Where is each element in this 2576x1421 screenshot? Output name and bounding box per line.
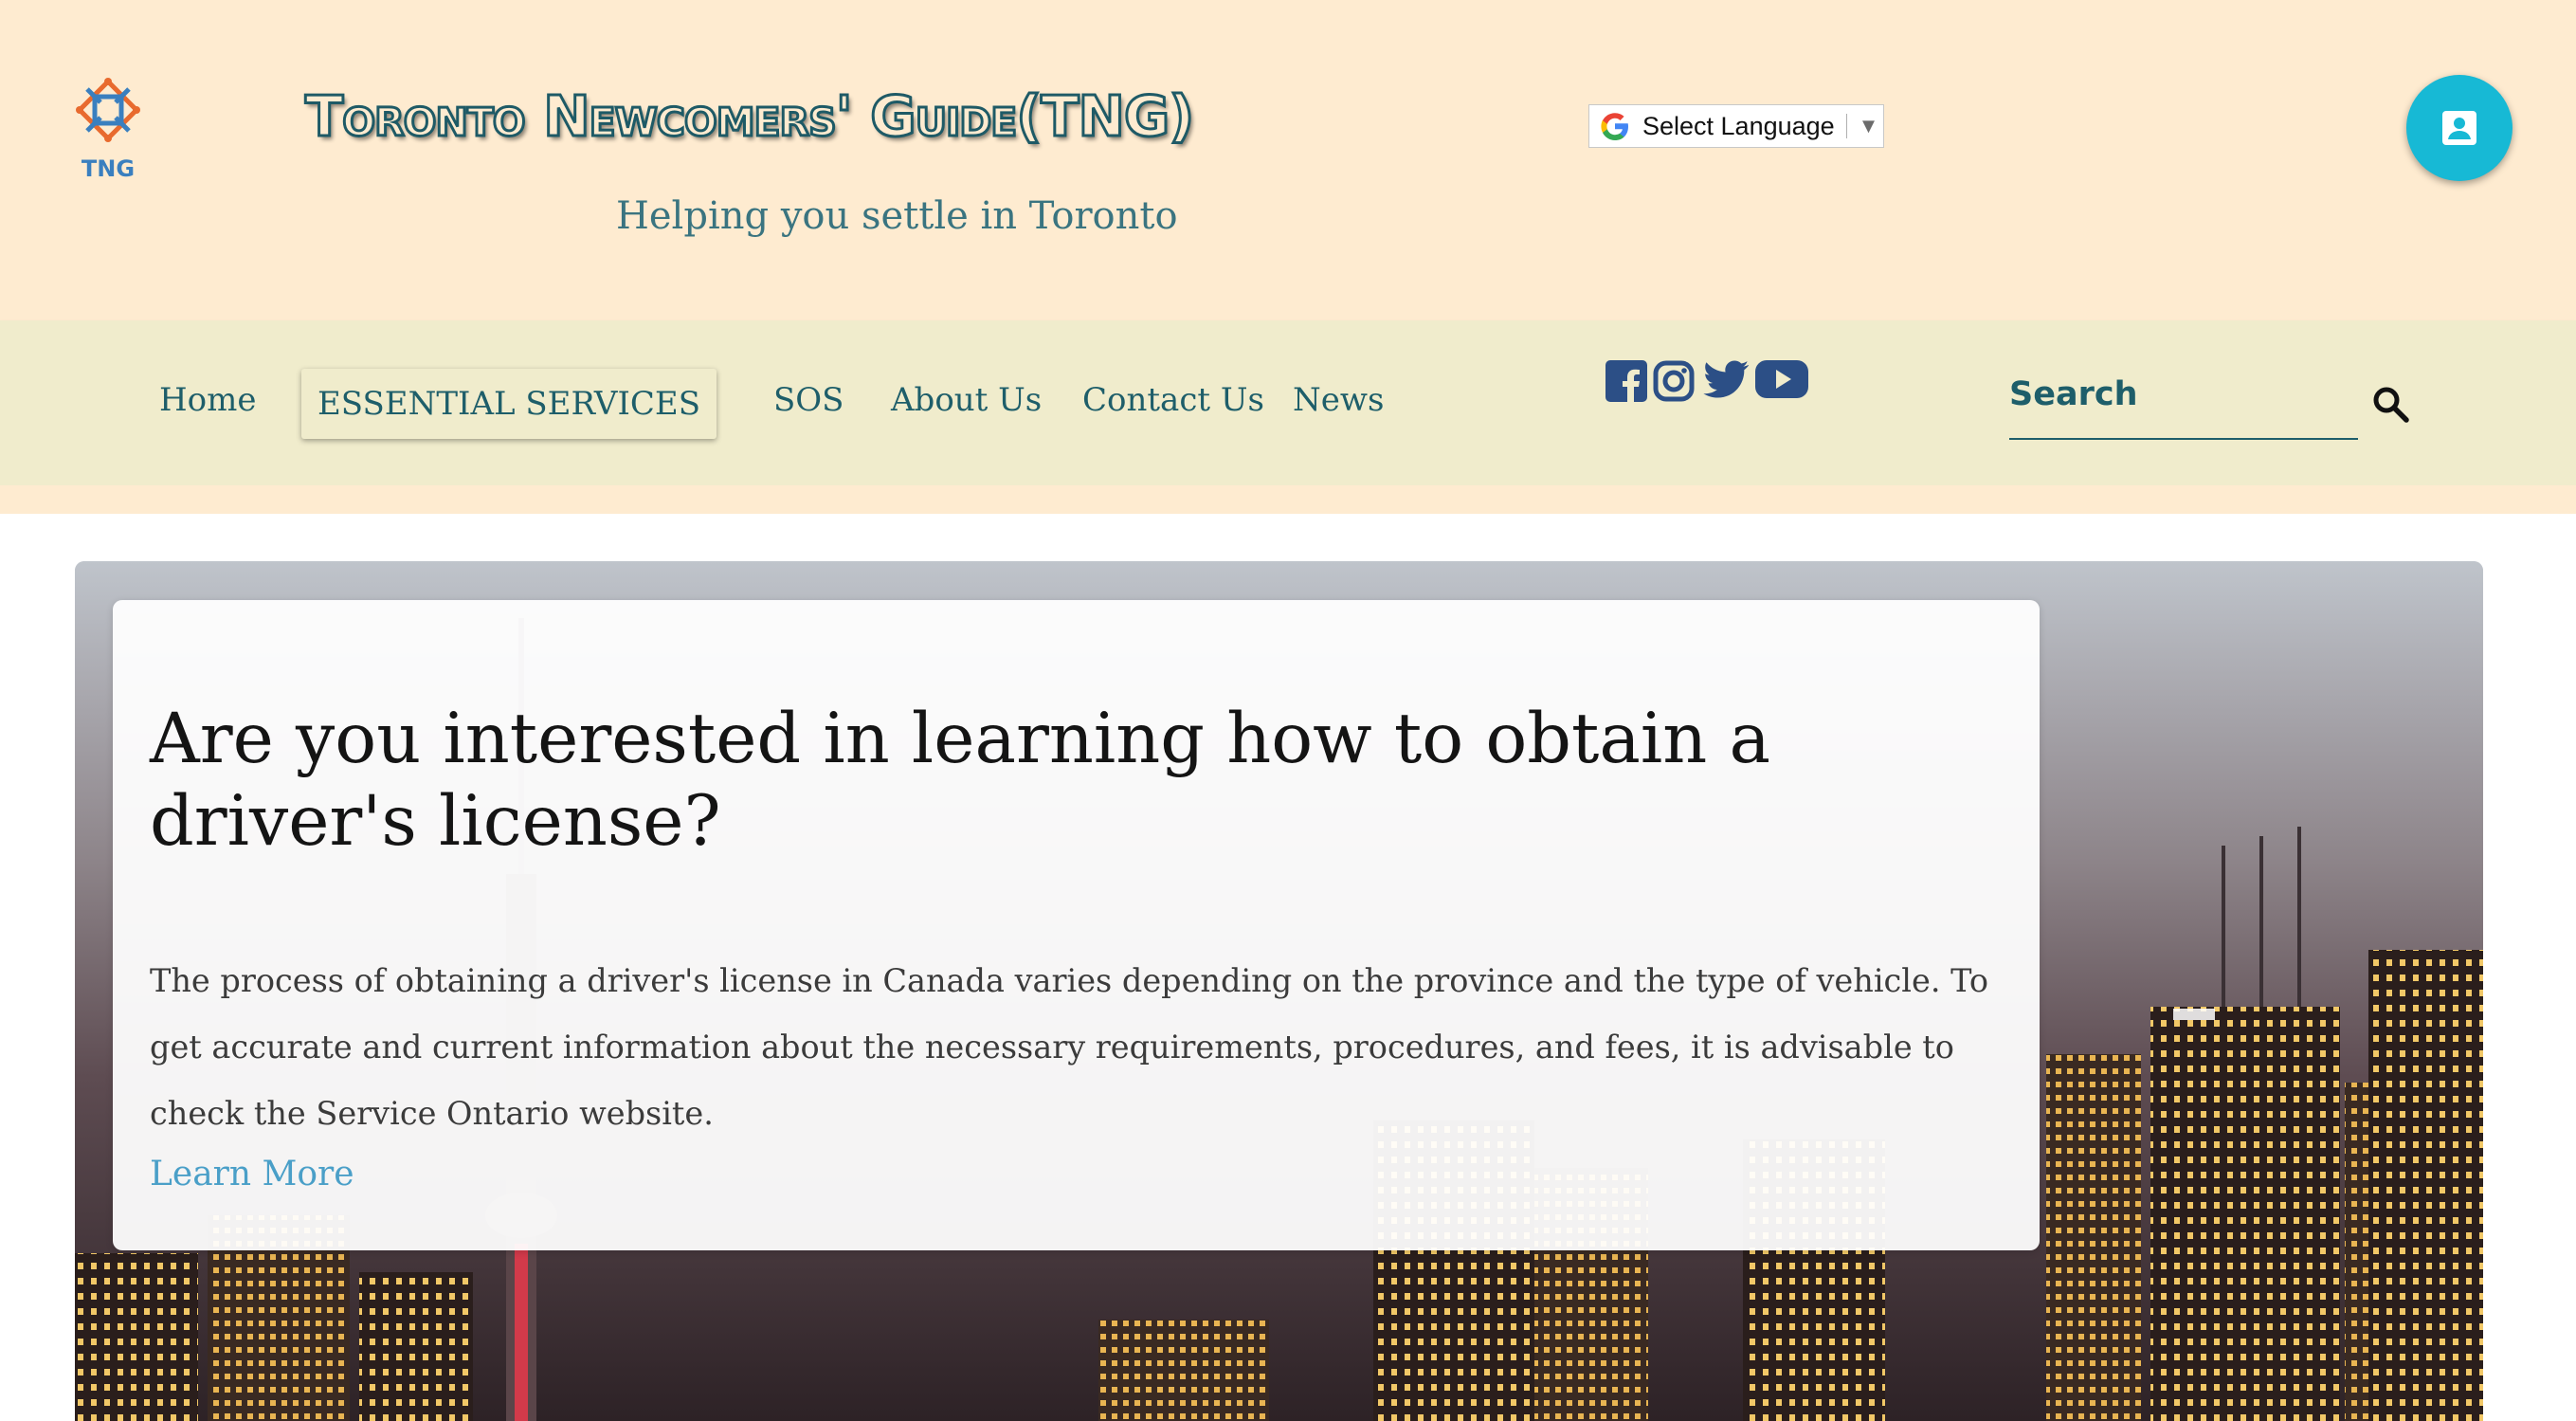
nav-home[interactable]: Home [159,381,256,419]
youtube-icon[interactable] [1755,360,1808,408]
search-input[interactable]: Search [2009,375,2138,413]
nav-divider-strip [0,485,2576,514]
instagram-icon[interactable] [1653,360,1695,408]
nav-about-us[interactable]: About Us [891,381,1042,419]
logo-text: TNG [82,155,135,182]
nav-news[interactable]: News [1293,381,1384,419]
hero-description: The process of obtaining a driver's lice… [150,962,1989,1132]
nav-sos[interactable]: SOS [773,381,844,419]
nav-essential-services[interactable]: ESSENTIAL SERVICES [301,369,717,439]
logo-icon: TNG [76,78,140,182]
site-tagline: Helping you settle in Toronto [616,194,1178,238]
account-button[interactable] [2406,75,2513,181]
learn-more-link[interactable]: Learn More [150,1155,354,1193]
search-input-underline [2009,438,2358,440]
account-icon [2442,111,2476,145]
site-logo[interactable]: TNG [64,70,152,184]
facebook-icon[interactable] [1605,360,1647,408]
search-icon[interactable] [2369,383,2411,425]
google-icon [1601,113,1628,140]
language-select-divider [1845,114,1847,138]
language-select-label: Select Language [1642,111,1835,140]
twitter-icon[interactable] [1702,360,1750,408]
site-header: TNG Toronto Newcomers' Guide(TNG) Helpin… [0,0,2576,320]
nav-contact-us[interactable]: Contact Us [1082,381,1264,419]
site-title[interactable]: Toronto Newcomers' Guide(TNG) [303,82,1195,151]
language-select[interactable]: Select Language ▼ [1588,104,1884,148]
hero-title: Are you interested in learning how to ob… [150,699,1770,862]
dropdown-arrow-icon: ▼ [1858,114,1879,137]
